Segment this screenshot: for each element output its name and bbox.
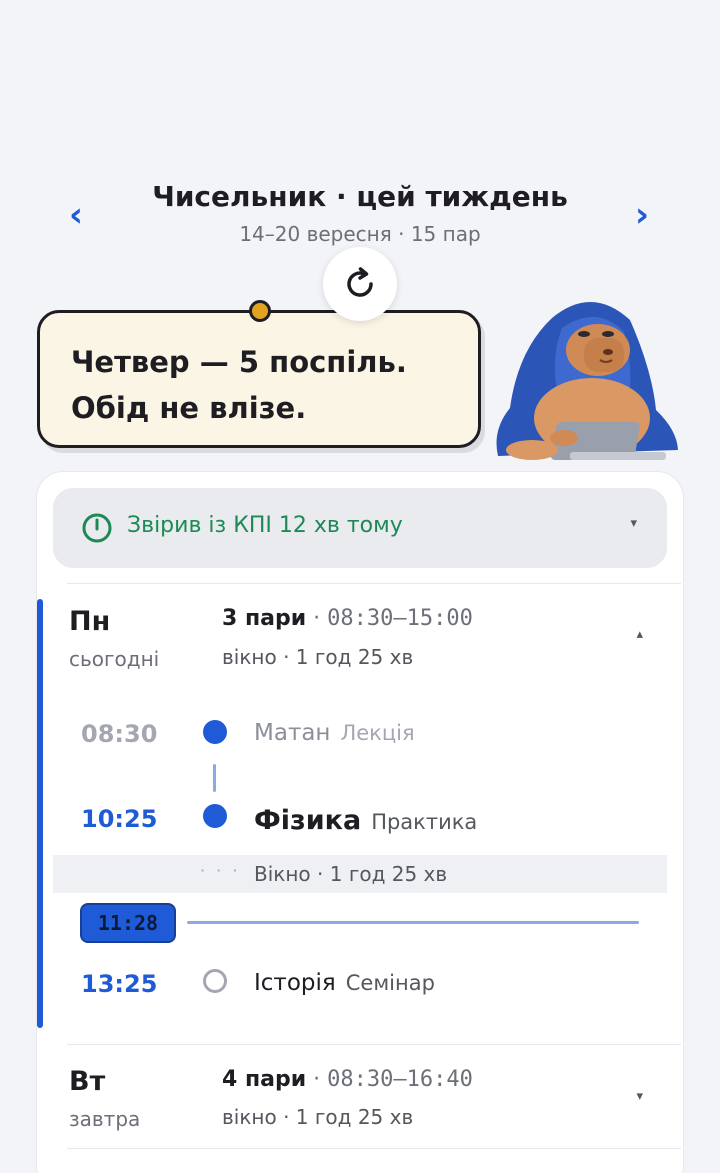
refresh-button[interactable] [323,247,397,321]
week-navigator: ‹ Чисельник · цей тиждень 14–20 вересня … [0,172,720,252]
refresh-icon [347,267,373,297]
day-gap-info: вікно · 1 год 25 хв [222,1105,414,1129]
day-summary: 3 пари · 08:30–15:00 [222,606,473,631]
current-time-line [187,921,639,924]
lesson-name: Матан [254,720,331,746]
day-relative: завтра [69,1107,141,1131]
window-gap-text: Вікно · 1 год 25 хв [254,862,448,886]
lesson-time: 10:25 [81,805,158,833]
lesson-time: 08:30 [81,720,158,748]
mascot-speech-bubble: Четвер — 5 поспіль. Обід не влізе. [37,300,481,448]
capybara-mascot-illustration [496,301,678,460]
ellipsis-icon: · · · [200,861,241,880]
lesson-type: Семінар [345,971,435,995]
chevron-right-icon: › [634,195,649,235]
lesson-type: Практика [371,810,478,834]
lesson-title: Історія Семінар [254,970,435,996]
lesson-dot [203,969,227,993]
current-time-badge: 11:28 [80,903,176,943]
bubble-anchor-dot [249,300,271,322]
clock-check-icon [82,513,112,543]
day-time-range: 08:30–16:40 [327,1067,473,1092]
lesson-name: Фізика [254,805,362,836]
day-time-range: 08:30–15:00 [327,606,473,631]
lesson-name: Історія [254,970,336,996]
day-name: Вт [69,1066,106,1097]
divider [67,1148,681,1149]
divider [67,1044,681,1045]
day-gap-info: вікно · 1 год 25 хв [222,645,414,669]
today-indicator [37,599,43,1028]
chevron-up-icon: ▴ [636,627,643,642]
window-gap-row: · · · Вікно · 1 год 25 хв [53,855,667,893]
day-name: Пн [69,606,111,637]
lesson-dot [203,804,227,828]
schedule-card: Звірив із КПІ 12 хв тому ▾ Пн сьогодні 3… [37,472,683,1173]
sync-status-bar[interactable]: Звірив із КПІ 12 хв тому ▾ [53,488,667,568]
chevron-down-icon: ▾ [636,1089,643,1104]
day-relative: сьогодні [69,647,160,671]
next-week-button[interactable]: › [622,198,662,238]
lesson-title: Матан Лекція [254,720,415,746]
lesson-type: Лекція [340,721,415,745]
lesson-dot [203,720,227,744]
timeline-connector [213,764,216,792]
lesson-time: 13:25 [81,970,158,998]
divider [67,583,681,584]
lesson-count: 3 пари [222,606,307,631]
sync-status-text: Звірив із КПІ 12 хв тому [127,513,403,538]
week-subtitle: 14–20 вересня · 15 пар [239,222,481,246]
chevron-down-icon: ▾ [630,516,637,531]
day-summary: 4 пари · 08:30–16:40 [222,1067,473,1092]
week-title: Чисельник · цей тиждень [152,180,568,213]
bubble-line-1: Четвер — 5 поспіль. [71,345,407,379]
bubble-line-2: Обід не влізе. [71,391,307,425]
lesson-count: 4 пари [222,1067,307,1092]
lesson-title: Фізика Практика [254,805,477,836]
